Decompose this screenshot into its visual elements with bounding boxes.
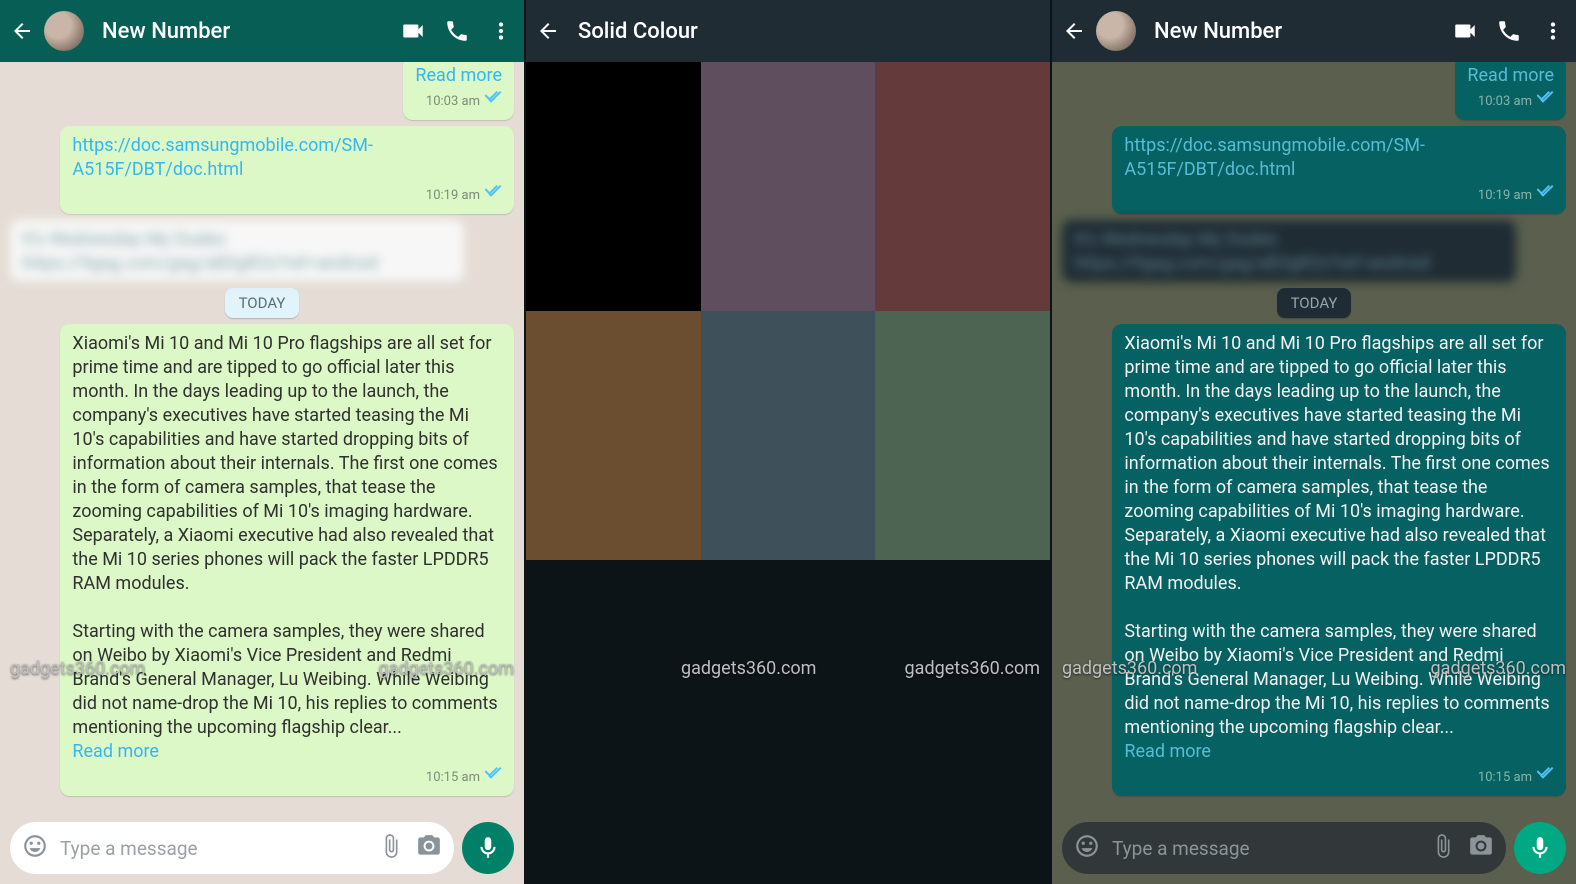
colour-grid bbox=[526, 62, 1050, 884]
emoji-icon[interactable] bbox=[22, 833, 48, 863]
msg-time: 10:15 am bbox=[1478, 766, 1532, 790]
more-icon[interactable] bbox=[1540, 18, 1566, 44]
url-link[interactable]: https://doc.samsungmobile.com/SM-A515F/D… bbox=[1124, 135, 1425, 180]
pane-dark-chat: New Number Read more 10:03 am https://do… bbox=[1050, 0, 1576, 884]
emoji-icon[interactable] bbox=[1074, 833, 1100, 863]
chat-scroll-light[interactable]: Read more 10:03 am https://doc.samsungmo… bbox=[0, 62, 524, 884]
compose-box[interactable]: Type a message bbox=[10, 822, 454, 874]
read-tick-icon bbox=[1536, 184, 1554, 208]
msg-article[interactable]: Xiaomi's Mi 10 and Mi 10 Pro flagships a… bbox=[1112, 324, 1566, 796]
read-tick-icon bbox=[1536, 766, 1554, 790]
video-call-icon[interactable] bbox=[1452, 18, 1478, 44]
read-more-link[interactable]: Read more bbox=[1467, 65, 1554, 86]
read-more-link[interactable]: Read more bbox=[72, 741, 159, 762]
picker-title: Solid Colour bbox=[578, 19, 1040, 44]
msg-readmore-truncated[interactable]: Read more 10:03 am bbox=[1455, 62, 1566, 120]
msg-body: Xiaomi's Mi 10 and Mi 10 Pro flagships a… bbox=[72, 333, 497, 594]
attach-icon[interactable] bbox=[1430, 833, 1456, 863]
msg-readmore-truncated[interactable]: Read more 10:03 am bbox=[403, 62, 514, 120]
video-call-icon[interactable] bbox=[400, 18, 426, 44]
msg-time: 10:19 am bbox=[426, 184, 480, 208]
back-icon[interactable] bbox=[10, 19, 34, 43]
chat-scroll-dark[interactable]: Read more 10:03 am https://doc.samsungmo… bbox=[1052, 62, 1576, 884]
back-icon[interactable] bbox=[1062, 19, 1086, 43]
swatch-7[interactable] bbox=[701, 560, 876, 884]
chat-title[interactable]: New Number bbox=[1154, 19, 1434, 44]
camera-icon[interactable] bbox=[416, 833, 442, 863]
msg-body: Starting with the camera samples, they w… bbox=[72, 621, 497, 738]
msg-time: 10:03 am bbox=[426, 90, 480, 114]
compose-input[interactable]: Type a message bbox=[60, 837, 366, 860]
msg-blurred: It's Wednesday My Dudes https://9gag.com… bbox=[1062, 220, 1516, 282]
read-tick-icon bbox=[484, 90, 502, 114]
read-more-link[interactable]: Read more bbox=[1124, 741, 1211, 762]
avatar[interactable] bbox=[1096, 11, 1136, 51]
pane-light-chat: New Number Read more 10:03 am https://do… bbox=[0, 0, 524, 884]
picker-header: Solid Colour bbox=[526, 0, 1050, 62]
swatch-1[interactable] bbox=[701, 62, 876, 311]
date-chip: TODAY bbox=[1277, 288, 1352, 318]
date-chip: TODAY bbox=[225, 288, 300, 318]
msg-body: Xiaomi's Mi 10 and Mi 10 Pro flagships a… bbox=[1124, 333, 1549, 594]
msg-time: 10:19 am bbox=[1478, 184, 1532, 208]
compose-bar-light: Type a message bbox=[10, 822, 514, 874]
swatch-3[interactable] bbox=[526, 311, 701, 560]
swatch-8[interactable] bbox=[875, 560, 1050, 884]
mic-button[interactable] bbox=[462, 822, 514, 874]
read-tick-icon bbox=[1536, 90, 1554, 114]
swatch-0[interactable] bbox=[526, 62, 701, 311]
mic-button[interactable] bbox=[1514, 822, 1566, 874]
chat-title[interactable]: New Number bbox=[102, 19, 382, 44]
compose-input[interactable]: Type a message bbox=[1112, 837, 1418, 860]
voice-call-icon[interactable] bbox=[444, 18, 470, 44]
more-icon[interactable] bbox=[488, 18, 514, 44]
swatch-4[interactable] bbox=[701, 311, 876, 560]
swatch-2[interactable] bbox=[875, 62, 1050, 311]
msg-body: Starting with the camera samples, they w… bbox=[1124, 621, 1549, 738]
chat-header-dark: New Number bbox=[1052, 0, 1576, 62]
msg-time: 10:03 am bbox=[1478, 90, 1532, 114]
camera-icon[interactable] bbox=[1468, 833, 1494, 863]
back-icon[interactable] bbox=[536, 19, 560, 43]
read-more-link[interactable]: Read more bbox=[415, 65, 502, 86]
voice-call-icon[interactable] bbox=[1496, 18, 1522, 44]
compose-bar-dark: Type a message bbox=[1062, 822, 1566, 874]
url-link[interactable]: https://doc.samsungmobile.com/SM-A515F/D… bbox=[72, 135, 373, 180]
chat-header-light: New Number bbox=[0, 0, 524, 62]
msg-time: 10:15 am bbox=[426, 766, 480, 790]
avatar[interactable] bbox=[44, 11, 84, 51]
pane-colour-picker: Solid Colour gadgets360.com gadgets360.c… bbox=[524, 0, 1050, 884]
msg-blurred: It's Wednesday My Dudes https://9gag.com… bbox=[10, 220, 464, 282]
msg-url[interactable]: https://doc.samsungmobile.com/SM-A515F/D… bbox=[60, 126, 514, 214]
read-tick-icon bbox=[484, 766, 502, 790]
compose-box[interactable]: Type a message bbox=[1062, 822, 1506, 874]
msg-url[interactable]: https://doc.samsungmobile.com/SM-A515F/D… bbox=[1112, 126, 1566, 214]
read-tick-icon bbox=[484, 184, 502, 208]
attach-icon[interactable] bbox=[378, 833, 404, 863]
swatch-6[interactable] bbox=[526, 560, 701, 884]
swatch-5[interactable] bbox=[875, 311, 1050, 560]
msg-article[interactable]: Xiaomi's Mi 10 and Mi 10 Pro flagships a… bbox=[60, 324, 514, 796]
